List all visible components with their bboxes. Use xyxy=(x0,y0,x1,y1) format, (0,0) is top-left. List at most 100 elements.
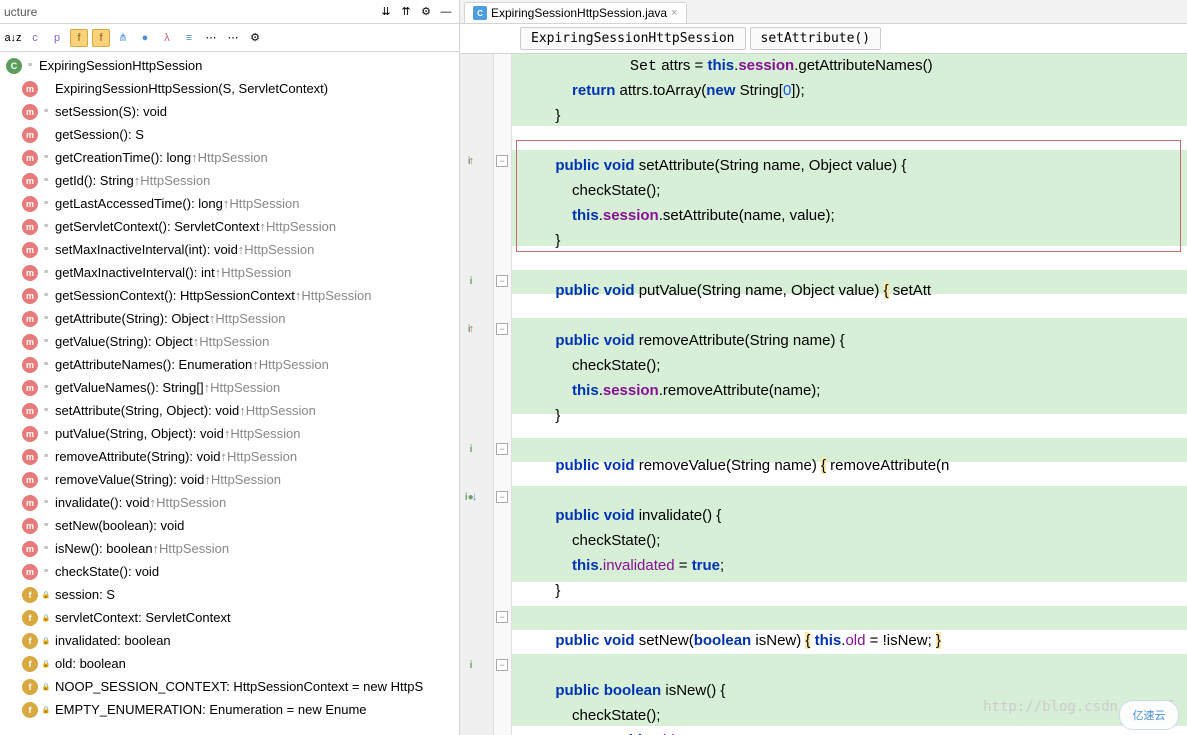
item-label: getSessionContext(): HttpSessionContext xyxy=(55,288,295,303)
more2-icon[interactable]: ⋯ xyxy=(224,29,242,47)
override-marker-icon[interactable]: i●↓ xyxy=(464,490,478,504)
item-label: setMaxInactiveInterval(int): void xyxy=(55,242,238,257)
method-icon: m xyxy=(22,104,38,120)
tree-item[interactable]: m≡checkState(): void xyxy=(0,560,459,583)
item-origin: ↑HttpSession xyxy=(150,495,227,510)
modifier-badge: ≡ xyxy=(41,521,51,531)
tree-item[interactable]: f🔒 old: boolean xyxy=(0,652,459,675)
close-tab-icon[interactable]: × xyxy=(671,7,677,19)
item-label: getMaxInactiveInterval(): int xyxy=(55,265,215,280)
item-label: old: boolean xyxy=(55,656,126,671)
collapse-all-icon[interactable]: ⇊ xyxy=(377,3,395,21)
fold-toggle-icon[interactable]: − xyxy=(496,443,508,455)
show-anon-icon[interactable]: ≡ xyxy=(180,29,198,47)
tree-item[interactable]: m≡getLastAccessedTime(): long ↑HttpSessi… xyxy=(0,192,459,215)
field-icon: f xyxy=(22,656,38,672)
modifier-badge: 🔒 xyxy=(41,705,51,715)
tree-item[interactable]: f🔒NOOP_SESSION_CONTEXT: HttpSessionConte… xyxy=(0,675,459,698)
toolbar-settings-icon[interactable]: ⚙ xyxy=(246,29,264,47)
modifier-badge: ≡ xyxy=(41,107,51,117)
class-icon: C xyxy=(6,58,22,74)
method-icon: m xyxy=(22,472,38,488)
method-icon: m xyxy=(22,173,38,189)
tree-item[interactable]: m≡getMaxInactiveInterval(): int ↑HttpSes… xyxy=(0,261,459,284)
method-icon: m xyxy=(22,541,38,557)
breadcrumb-method[interactable]: setAttribute() xyxy=(750,27,882,50)
fold-toggle-icon[interactable]: − xyxy=(496,323,508,335)
item-label: getServletContext(): ServletContext xyxy=(55,219,259,234)
tree-item[interactable]: f🔒session: S xyxy=(0,583,459,606)
tree-item[interactable]: m≡getServletContext(): ServletContext ↑H… xyxy=(0,215,459,238)
tree-item[interactable]: mgetSession(): S xyxy=(0,123,459,146)
editor-tab[interactable]: C ExpiringSessionHttpSession.java × xyxy=(464,2,687,23)
editor-gutter[interactable]: i↑ i i↑ i i●↓ i xyxy=(460,54,494,735)
item-label: putValue(String, Object): void xyxy=(55,426,224,441)
tree-item[interactable]: f🔒servletContext: ServletContext xyxy=(0,606,459,629)
tree-item[interactable]: m≡setAttribute(String, Object): void ↑Ht… xyxy=(0,399,459,422)
show-impl-icon[interactable]: ● xyxy=(136,29,154,47)
override-marker-icon[interactable]: i xyxy=(464,658,478,672)
item-label: setNew(boolean): void xyxy=(55,518,184,533)
modifier-badge: ≡ xyxy=(41,291,51,301)
tree-item[interactable]: m≡removeAttribute(String): void ↑HttpSes… xyxy=(0,445,459,468)
tree-item[interactable]: m≡setSession(S): void xyxy=(0,100,459,123)
field-icon: f xyxy=(22,610,38,626)
tree-item[interactable]: m≡getId(): String ↑HttpSession xyxy=(0,169,459,192)
override-marker-icon[interactable]: i xyxy=(464,274,478,288)
tree-item[interactable]: m≡getAttribute(String): Object ↑HttpSess… xyxy=(0,307,459,330)
tree-item[interactable]: m≡getValueNames(): String[] ↑HttpSession xyxy=(0,376,459,399)
structure-tree[interactable]: C ≡ ExpiringSessionHttpSession mExpiring… xyxy=(0,52,459,735)
tree-class-row[interactable]: C ≡ ExpiringSessionHttpSession xyxy=(0,54,459,77)
fold-toggle-icon[interactable]: − xyxy=(496,275,508,287)
item-label: invalidate(): void xyxy=(55,495,150,510)
tree-item[interactable]: m≡getValue(String): Object ↑HttpSession xyxy=(0,330,459,353)
tree-item[interactable]: m≡getCreationTime(): long ↑HttpSession xyxy=(0,146,459,169)
tree-item[interactable]: m≡putValue(String, Object): void ↑HttpSe… xyxy=(0,422,459,445)
show-fields-icon[interactable]: f xyxy=(70,29,88,47)
show-inherited-icon[interactable]: ⋔ xyxy=(114,29,132,47)
override-marker-icon[interactable]: i↑ xyxy=(464,154,478,168)
method-icon: m xyxy=(22,357,38,373)
modifier-badge: ≡ xyxy=(41,222,51,232)
show-lambda-icon[interactable]: λ xyxy=(158,29,176,47)
show-f2-icon[interactable]: f xyxy=(92,29,110,47)
modifier-badge: 🔒 xyxy=(41,636,51,646)
modifier-badge xyxy=(41,84,51,94)
structure-panel: ucture ⇊ ⇈ ⚙ — a↓z c p f f ⋔ ● λ ≡ ⋯ ⋯ ⚙… xyxy=(0,0,460,735)
fold-toggle-icon[interactable]: − xyxy=(496,491,508,503)
more1-icon[interactable]: ⋯ xyxy=(202,29,220,47)
fold-toggle-icon[interactable]: − xyxy=(496,659,508,671)
tree-item[interactable]: m≡invalidate(): void ↑HttpSession xyxy=(0,491,459,514)
sort-alpha-icon[interactable]: a↓z xyxy=(4,29,22,47)
show-class-icon[interactable]: c xyxy=(26,29,44,47)
fold-gutter[interactable]: − − − − − − − xyxy=(494,54,512,735)
editor-tab-bar: C ExpiringSessionHttpSession.java × xyxy=(460,0,1187,24)
fold-toggle-icon[interactable]: − xyxy=(496,155,508,167)
hide-icon[interactable]: — xyxy=(437,3,455,21)
tree-item[interactable]: m≡removeValue(String): void ↑HttpSession xyxy=(0,468,459,491)
modifier-badge: 🔒 xyxy=(41,659,51,669)
tree-item[interactable]: f🔒EMPTY_ENUMERATION: Enumeration = new E… xyxy=(0,698,459,721)
item-label: getAttribute(String): Object xyxy=(55,311,209,326)
tree-item[interactable]: m≡isNew(): boolean ↑HttpSession xyxy=(0,537,459,560)
tree-item[interactable]: m≡setMaxInactiveInterval(int): void ↑Htt… xyxy=(0,238,459,261)
expand-all-icon[interactable]: ⇈ xyxy=(397,3,415,21)
show-package-icon[interactable]: p xyxy=(48,29,66,47)
modifier-badge: 🔒 xyxy=(41,682,51,692)
tree-item[interactable]: m≡getSessionContext(): HttpSessionContex… xyxy=(0,284,459,307)
settings-icon[interactable]: ⚙ xyxy=(417,3,435,21)
code-content: Set attrs = this.session.getAttributeNam… xyxy=(512,54,1187,735)
item-label: removeValue(String): void xyxy=(55,472,204,487)
tree-item[interactable]: mExpiringSessionHttpSession(S, ServletCo… xyxy=(0,77,459,100)
breadcrumb-class[interactable]: ExpiringSessionHttpSession xyxy=(520,27,746,50)
override-marker-icon[interactable]: i xyxy=(464,442,478,456)
modifier-badge: ≡ xyxy=(41,337,51,347)
tree-item[interactable]: f🔒invalidated: boolean xyxy=(0,629,459,652)
code-editor[interactable]: Set attrs = this.session.getAttributeNam… xyxy=(512,54,1187,735)
item-label: getValue(String): Object xyxy=(55,334,193,349)
tree-item[interactable]: m≡setNew(boolean): void xyxy=(0,514,459,537)
ide-root: ucture ⇊ ⇈ ⚙ — a↓z c p f f ⋔ ● λ ≡ ⋯ ⋯ ⚙… xyxy=(0,0,1187,735)
tree-item[interactable]: m≡getAttributeNames(): Enumeration ↑Http… xyxy=(0,353,459,376)
override-marker-icon[interactable]: i↑ xyxy=(464,322,478,336)
fold-toggle-icon[interactable]: − xyxy=(496,611,508,623)
